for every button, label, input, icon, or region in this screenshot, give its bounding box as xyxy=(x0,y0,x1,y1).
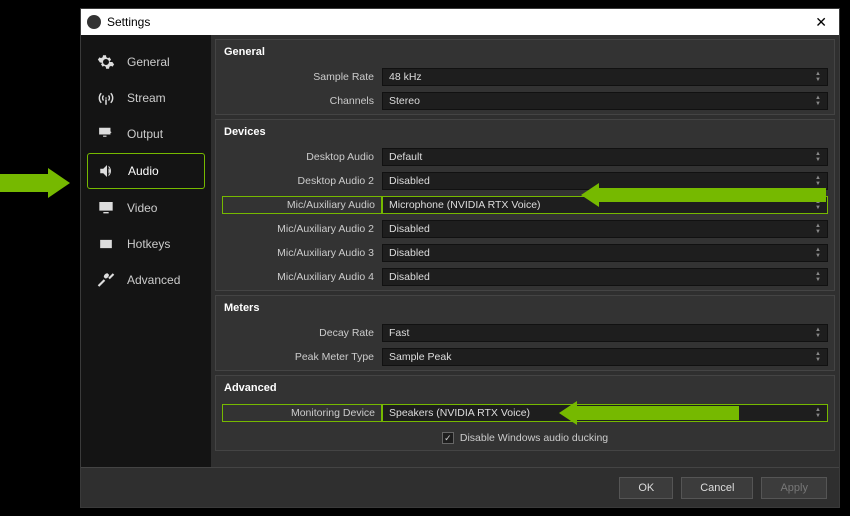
sidebar-item-stream[interactable]: Stream xyxy=(87,81,205,115)
label-disable-ducking: Disable Windows audio ducking xyxy=(460,432,608,444)
stepper-icon: ▲▼ xyxy=(815,271,821,283)
close-icon[interactable]: ✕ xyxy=(809,14,833,31)
sidebar: General Stream Output Audio Video Hotkey… xyxy=(81,35,211,467)
section-title: Devices xyxy=(216,120,834,144)
annotation-arrow-mic xyxy=(581,186,826,204)
select-mic-aux-4[interactable]: Disabled▲▼ xyxy=(382,268,828,286)
monitor-arrow-icon xyxy=(95,125,117,143)
section-title: Meters xyxy=(216,296,834,320)
select-peak-meter[interactable]: Sample Peak▲▼ xyxy=(382,348,828,366)
antenna-icon xyxy=(95,89,117,107)
sidebar-item-label: General xyxy=(127,55,170,69)
keyboard-icon xyxy=(95,235,117,253)
stepper-icon: ▲▼ xyxy=(815,247,821,259)
stepper-icon: ▲▼ xyxy=(815,327,821,339)
annotation-arrow-audio xyxy=(0,168,70,198)
label-monitoring-device: Monitoring Device xyxy=(222,404,382,422)
tools-icon xyxy=(95,271,117,289)
gear-icon xyxy=(95,53,117,71)
apply-button[interactable]: Apply xyxy=(761,477,827,499)
monitor-icon xyxy=(95,199,117,217)
window-title: Settings xyxy=(107,15,150,29)
sidebar-item-label: Stream xyxy=(127,91,166,105)
select-desktop-audio[interactable]: Default▲▼ xyxy=(382,148,828,166)
label-channels: Channels xyxy=(222,95,382,107)
stepper-icon: ▲▼ xyxy=(815,151,821,163)
annotation-arrow-monitoring xyxy=(559,404,739,422)
label-decay-rate: Decay Rate xyxy=(222,327,382,339)
select-mic-aux-2[interactable]: Disabled▲▼ xyxy=(382,220,828,238)
sidebar-item-hotkeys[interactable]: Hotkeys xyxy=(87,227,205,261)
sidebar-item-advanced[interactable]: Advanced xyxy=(87,263,205,297)
label-mic-aux-3: Mic/Auxiliary Audio 3 xyxy=(222,247,382,259)
section-general: General Sample Rate 48 kHz▲▼ Channels St… xyxy=(215,39,835,115)
footer: OK Cancel Apply xyxy=(81,467,839,507)
sidebar-item-audio[interactable]: Audio xyxy=(87,153,205,189)
select-channels[interactable]: Stereo▲▼ xyxy=(382,92,828,110)
sidebar-item-label: Audio xyxy=(128,164,159,178)
titlebar: Settings ✕ xyxy=(81,9,839,35)
select-mic-aux-3[interactable]: Disabled▲▼ xyxy=(382,244,828,262)
obs-icon xyxy=(87,15,101,29)
sidebar-item-label: Video xyxy=(127,201,157,215)
stepper-icon: ▲▼ xyxy=(815,71,821,83)
label-mic-aux: Mic/Auxiliary Audio xyxy=(222,196,382,214)
section-devices: Devices Desktop Audio Default▲▼ Desktop … xyxy=(215,119,835,291)
cancel-button[interactable]: Cancel xyxy=(681,477,753,499)
stepper-icon: ▲▼ xyxy=(815,95,821,107)
sidebar-item-label: Hotkeys xyxy=(127,237,170,251)
stepper-icon: ▲▼ xyxy=(815,407,821,419)
sidebar-item-output[interactable]: Output xyxy=(87,117,205,151)
select-sample-rate[interactable]: 48 kHz▲▼ xyxy=(382,68,828,86)
label-desktop-audio-2: Desktop Audio 2 xyxy=(222,175,382,187)
sidebar-item-label: Advanced xyxy=(127,273,180,287)
ok-button[interactable]: OK xyxy=(619,477,673,499)
checkbox-disable-ducking[interactable]: ✓ xyxy=(442,432,454,444)
label-mic-aux-4: Mic/Auxiliary Audio 4 xyxy=(222,271,382,283)
settings-window: Settings ✕ General Stream Output Audio xyxy=(80,8,840,508)
label-mic-aux-2: Mic/Auxiliary Audio 2 xyxy=(222,223,382,235)
stepper-icon: ▲▼ xyxy=(815,351,821,363)
content-pane: General Sample Rate 48 kHz▲▼ Channels St… xyxy=(211,35,839,467)
sidebar-item-video[interactable]: Video xyxy=(87,191,205,225)
sidebar-item-label: Output xyxy=(127,127,163,141)
section-advanced: Advanced Monitoring Device Speakers (NVI… xyxy=(215,375,835,451)
section-title: Advanced xyxy=(216,376,834,400)
select-decay-rate[interactable]: Fast▲▼ xyxy=(382,324,828,342)
speaker-icon xyxy=(96,162,118,180)
label-sample-rate: Sample Rate xyxy=(222,71,382,83)
label-peak-meter: Peak Meter Type xyxy=(222,351,382,363)
section-title: General xyxy=(216,40,834,64)
stepper-icon: ▲▼ xyxy=(815,223,821,235)
label-desktop-audio: Desktop Audio xyxy=(222,151,382,163)
section-meters: Meters Decay Rate Fast▲▼ Peak Meter Type… xyxy=(215,295,835,371)
sidebar-item-general[interactable]: General xyxy=(87,45,205,79)
